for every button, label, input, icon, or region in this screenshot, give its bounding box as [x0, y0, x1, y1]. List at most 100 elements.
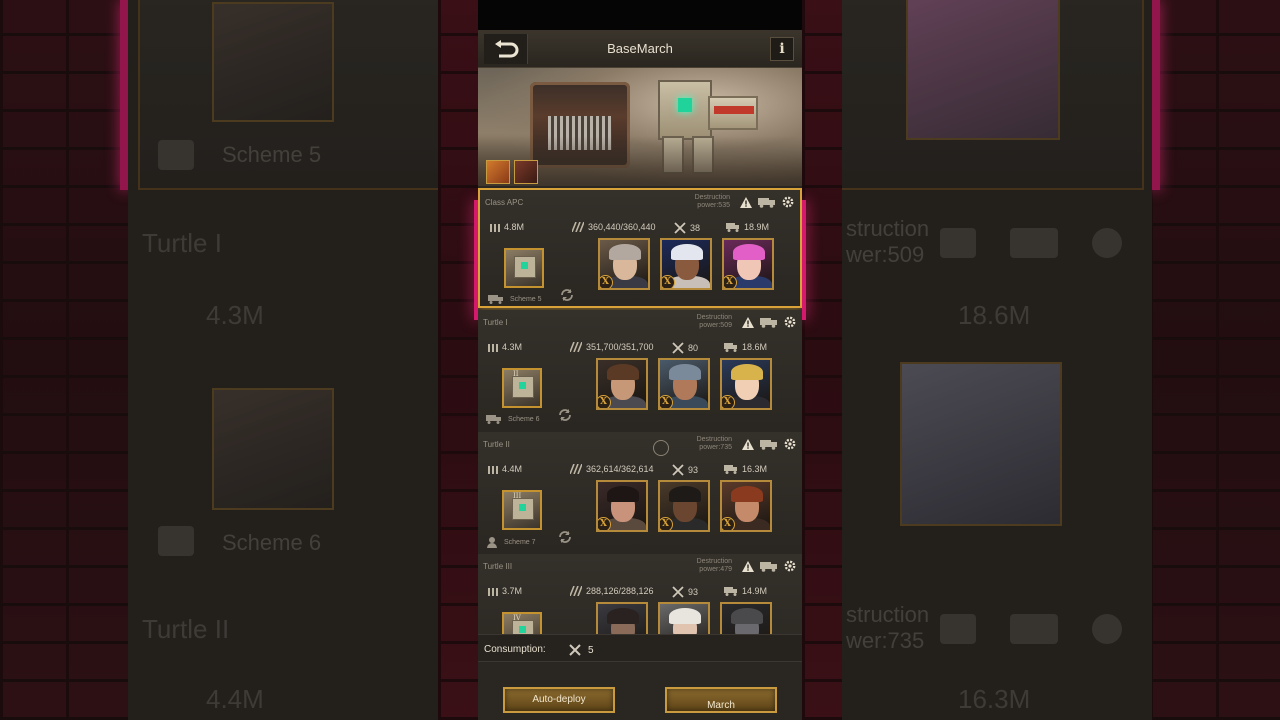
rank-x-badge-icon: X	[662, 275, 675, 288]
gear-icon[interactable]	[784, 560, 796, 572]
load-value: 18.9M	[744, 222, 770, 232]
vehicle-portrait[interactable]	[504, 248, 544, 288]
team-actions	[742, 560, 796, 572]
load-value: 14.9M	[742, 586, 768, 596]
claw-icon	[570, 342, 582, 352]
banner-item-chip-1[interactable]	[486, 160, 510, 184]
team-actions	[742, 316, 796, 328]
team-actions	[742, 438, 796, 450]
gear-icon[interactable]	[784, 316, 796, 328]
vehicle-portrait[interactable]: IV	[502, 612, 542, 634]
repair-stat: 80	[672, 342, 698, 354]
ammo-stat: 4.3M	[488, 342, 522, 352]
repair-stat: 38	[674, 222, 700, 234]
game-stage: { "header": { "title": "BaseMarch", "inf…	[0, 0, 1280, 720]
truck-icon[interactable]	[758, 197, 776, 208]
team-row[interactable]: Turtle II Destruction power:735 4.4M 362…	[478, 432, 802, 552]
swap-refresh-icon[interactable]	[558, 408, 572, 422]
load-value: 16.3M	[742, 464, 768, 474]
load-stat: 14.9M	[724, 586, 767, 596]
hero-portrait[interactable]: X	[720, 358, 772, 410]
ammo-stat: 4.8M	[490, 222, 524, 232]
scheme-label[interactable]: Scheme 6	[486, 414, 540, 424]
vehicle-portrait[interactable]: II	[502, 368, 542, 408]
team-row[interactable]: Turtle III Destruction power:479 3.7M 28…	[478, 554, 802, 634]
hero-portrait[interactable]: X	[722, 238, 774, 290]
hero-portrait[interactable]: X	[596, 602, 648, 634]
scheme-label[interactable]: Scheme 7	[486, 536, 536, 548]
info-button[interactable]: i	[770, 37, 794, 61]
team-name: Turtle I	[483, 318, 508, 327]
ammo-value: 4.8M	[504, 222, 525, 232]
hero-portrait[interactable]: X	[660, 238, 712, 290]
hero-portrait[interactable]: X	[720, 602, 772, 634]
ammo-icon	[490, 224, 500, 232]
swap-refresh-icon[interactable]	[560, 288, 574, 302]
warning-icon[interactable]	[742, 438, 754, 450]
march-screen: BaseMarch i Class APC Destruction power:…	[478, 0, 802, 720]
hp-stat: 362,614/362,614	[570, 464, 654, 474]
hero-portrait[interactable]: X	[658, 480, 710, 532]
hero-portrait[interactable]: X	[596, 480, 648, 532]
neon-edge-right	[802, 200, 806, 320]
truck-icon[interactable]	[760, 317, 778, 328]
hero-portrait[interactable]: X	[658, 358, 710, 410]
banner-item-chip-2[interactable]	[514, 160, 538, 184]
scheme-label[interactable]: Scheme 5	[488, 294, 542, 304]
load-truck-icon	[724, 342, 737, 352]
march-button[interactable]: March	[665, 687, 777, 713]
person-icon	[487, 537, 497, 548]
brick-strip-right	[802, 0, 842, 720]
hero-portrait[interactable]: X	[596, 358, 648, 410]
status-bar	[478, 0, 802, 30]
hero-portrait[interactable]: X	[720, 480, 772, 532]
repair-stat: 93	[672, 586, 698, 598]
warning-icon[interactable]	[740, 196, 752, 208]
hp-value: 362,614/362,614	[586, 464, 654, 474]
scheme-name: Scheme 7	[504, 538, 536, 546]
ammo-value: 4.4M	[502, 464, 523, 474]
destruction-power: Destruction power:509	[672, 314, 732, 330]
hero-portrait[interactable]: X	[598, 238, 650, 290]
auto-deploy-button[interactable]: Auto-deploy	[503, 687, 615, 713]
warning-icon[interactable]	[742, 560, 754, 572]
destruction-power: Destruction power:479	[672, 558, 732, 574]
truck-icon	[486, 415, 501, 424]
team-list[interactable]: Class APC Destruction power:535 4.8M 360…	[478, 188, 802, 634]
load-stat: 18.6M	[724, 342, 767, 352]
scheme-name: Scheme 5	[510, 295, 542, 303]
load-truck-icon	[724, 586, 737, 596]
vehicle-portrait[interactable]: III	[502, 490, 542, 530]
load-truck-icon	[724, 464, 737, 474]
hammer-wrench-icon	[672, 464, 684, 476]
truck-icon[interactable]	[760, 439, 778, 450]
destruction-label: Destruction	[694, 194, 730, 201]
team-row[interactable]: Turtle I Destruction power:509 4.3M 351,…	[478, 310, 802, 430]
load-value: 18.6M	[742, 342, 768, 352]
hp-value: 351,700/351,700	[586, 342, 654, 352]
header-bar: BaseMarch i	[478, 30, 802, 68]
rank-x-badge-icon: X	[598, 395, 611, 408]
hp-stat: 351,700/351,700	[570, 342, 654, 352]
hp-stat: 360,440/360,440	[572, 222, 656, 232]
destruction-power: Destruction power:735	[672, 436, 732, 452]
claw-icon	[570, 464, 582, 474]
footer-actions: Auto-deploy March	[478, 662, 802, 720]
gear-icon[interactable]	[782, 196, 794, 208]
load-stat: 16.3M	[724, 464, 767, 474]
rank-x-badge-icon: X	[660, 395, 673, 408]
hammer-wrench-icon	[674, 222, 686, 234]
team-row[interactable]: Class APC Destruction power:535 4.8M 360…	[478, 188, 802, 308]
gear-icon[interactable]	[784, 438, 796, 450]
destruction-value: power:479	[699, 566, 732, 573]
hero-portrait[interactable]: X	[658, 602, 710, 634]
truck-icon[interactable]	[760, 561, 778, 572]
claw-icon	[572, 222, 584, 232]
banner-image	[478, 68, 802, 186]
destruction-label: Destruction	[696, 558, 732, 565]
swap-refresh-icon[interactable]	[558, 530, 572, 544]
rank-x-badge-icon: X	[598, 517, 611, 530]
warning-icon[interactable]	[742, 316, 754, 328]
destruction-value: power:535	[697, 202, 730, 209]
vehicle-mark: IV	[513, 614, 521, 622]
